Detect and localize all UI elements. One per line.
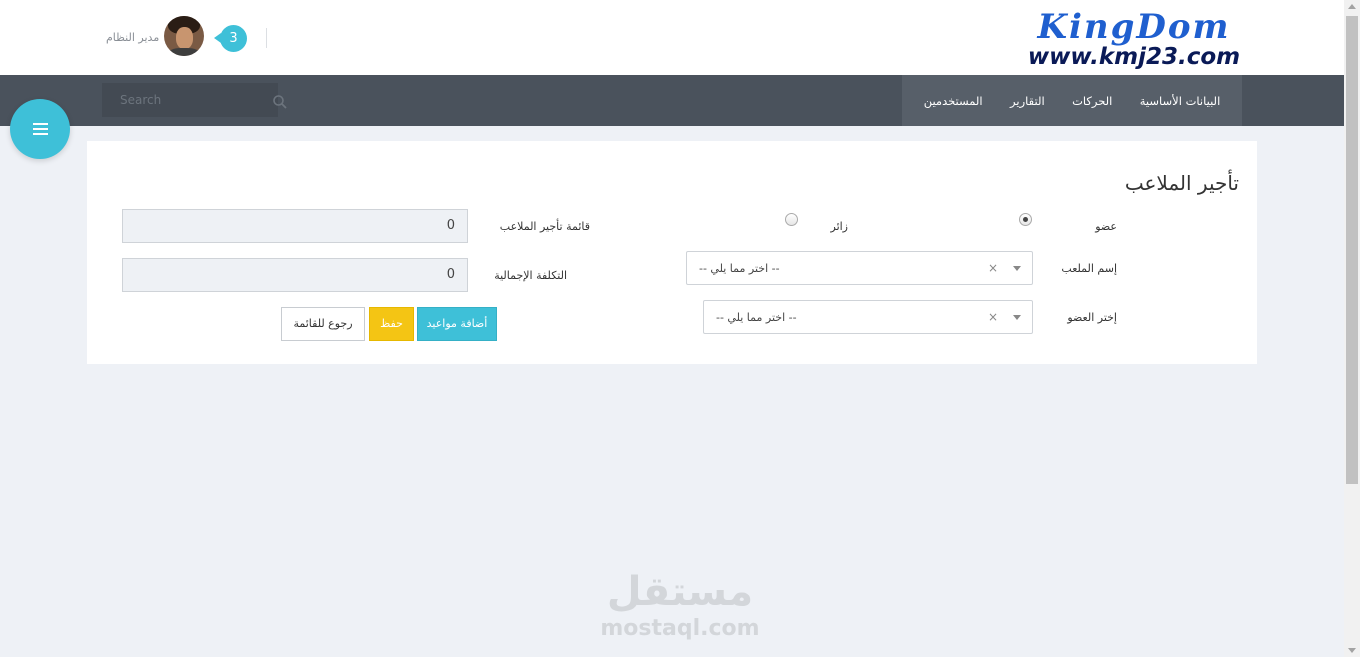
field-name-label: إسم الملعب — [1061, 262, 1117, 275]
search-input[interactable] — [102, 83, 278, 117]
chevron-down-icon[interactable] — [1013, 315, 1021, 320]
back-to-list-button[interactable]: رجوع للقائمة — [281, 307, 365, 341]
nav-item-transactions[interactable]: الحركات — [1072, 94, 1112, 108]
total-cost-label: التكلفة الإجمالية — [494, 269, 567, 282]
avatar[interactable] — [164, 16, 204, 56]
logo-title: KingDom — [1037, 7, 1231, 47]
brand-logo[interactable]: KingDom www.kmj23.com — [984, 8, 1284, 70]
radio-member-label: عضو — [1095, 220, 1117, 233]
hamburger-menu-icon — [33, 123, 48, 125]
main-navbar: البيانات الأساسية الحركات التقارير المست… — [0, 75, 1344, 126]
scroll-up-icon[interactable] — [1348, 4, 1356, 9]
sidebar-toggle-button[interactable] — [10, 99, 70, 159]
radio-visitor[interactable] — [785, 213, 798, 226]
user-menu[interactable]: مدير النظام 3 — [100, 16, 270, 58]
radio-visitor-label: زائر — [830, 220, 849, 233]
clear-icon[interactable]: × — [988, 261, 998, 275]
watermark-english: mostaql.com — [600, 616, 760, 641]
watermark: مستقل mostaql.com — [560, 568, 800, 642]
nav-menu: البيانات الأساسية الحركات التقارير المست… — [902, 75, 1242, 126]
scroll-down-icon[interactable] — [1348, 648, 1356, 653]
member-select[interactable]: -- اختر مما يلي -- × — [703, 300, 1033, 334]
watermark-arabic: مستقل — [606, 569, 754, 615]
page-scrollbar[interactable] — [1344, 0, 1360, 657]
nav-item-basic-data[interactable]: البيانات الأساسية — [1140, 94, 1221, 108]
field-name-selected: -- اختر مما يلي -- — [699, 262, 780, 275]
member-label: إختر العضو — [1067, 311, 1117, 324]
radio-member[interactable] — [1019, 213, 1032, 226]
rental-list-field[interactable]: 0 — [122, 209, 468, 243]
logo-url: www.kmj23.com — [1027, 44, 1241, 70]
clear-icon[interactable]: × — [988, 310, 998, 324]
header-divider — [266, 28, 267, 48]
scroll-thumb[interactable] — [1346, 16, 1358, 484]
member-selected: -- اختر مما يلي -- — [716, 311, 797, 324]
top-header: KingDom www.kmj23.com مدير النظام 3 — [0, 0, 1344, 75]
rental-list-label: قائمة تأجير الملاعب — [499, 220, 590, 233]
save-button[interactable]: حفظ — [369, 307, 414, 341]
chevron-down-icon[interactable] — [1013, 266, 1021, 271]
nav-item-reports[interactable]: التقارير — [1010, 94, 1045, 108]
notification-badge[interactable]: 3 — [214, 25, 247, 52]
add-appointments-button[interactable]: أضافة مواعيد — [417, 307, 497, 341]
rental-form-panel: تأجير الملاعب عضو زائر إسم الملعب -- اخت… — [87, 141, 1257, 364]
user-name[interactable]: مدير النظام — [106, 31, 159, 44]
nav-item-users[interactable]: المستخدمين — [924, 94, 983, 108]
field-name-select[interactable]: -- اختر مما يلي -- × — [686, 251, 1033, 285]
total-cost-field[interactable]: 0 — [122, 258, 468, 292]
search-icon[interactable] — [272, 94, 288, 110]
page-title: تأجير الملاعب — [1124, 171, 1239, 195]
